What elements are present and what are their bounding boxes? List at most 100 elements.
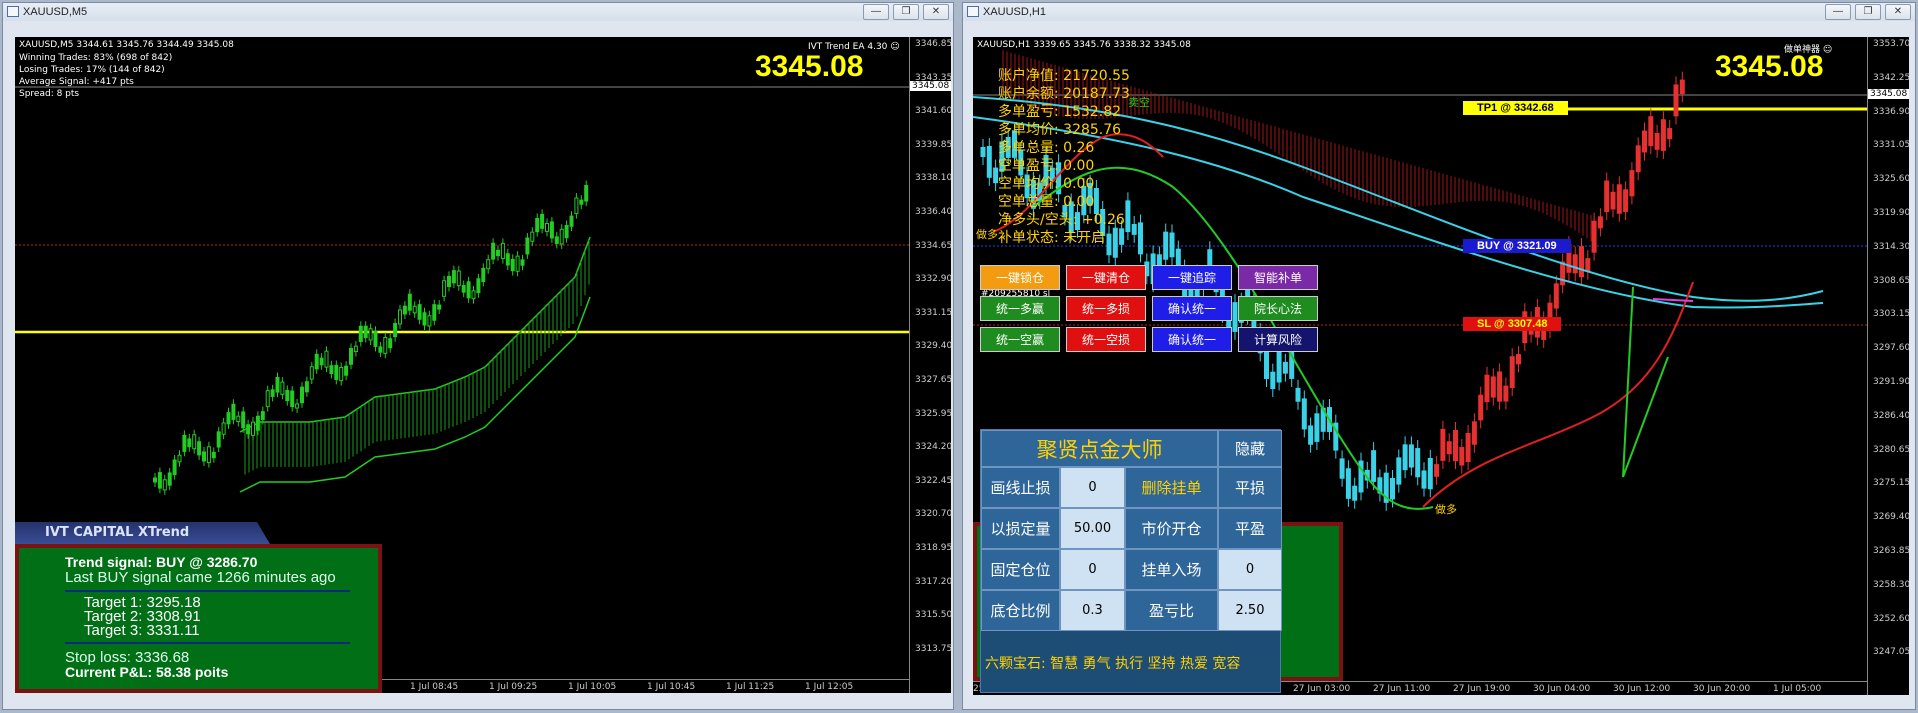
confirm-unify-button-2[interactable]: 确认统一: [1152, 327, 1232, 352]
big-price: 3345.08: [1715, 50, 1824, 83]
price-tick: 3325.60: [1873, 174, 1909, 185]
candle: [447, 271, 451, 292]
price-tick: 3339.85: [915, 139, 951, 150]
price-tick: 3280.65: [1873, 444, 1909, 455]
candle: [1673, 76, 1679, 125]
risk-size-label: 以损定量: [981, 508, 1060, 549]
candle: [491, 238, 496, 265]
buy-tag[interactable]: BUY @ 3321.09: [1463, 239, 1571, 253]
candle: [388, 333, 393, 353]
candle: [1421, 462, 1427, 497]
candle: [1427, 449, 1433, 498]
price-tick: 3297.60: [1873, 343, 1909, 354]
line-sl-input[interactable]: 0: [1060, 467, 1125, 508]
trail-all-button[interactable]: 一键追踪: [1152, 265, 1232, 290]
candle: [980, 139, 986, 165]
confirm-unify-button[interactable]: 确认统一: [1152, 296, 1232, 321]
candle: [1471, 413, 1477, 453]
maximize-button[interactable]: ❐: [893, 4, 919, 20]
line-sl-label: 画线止损: [981, 467, 1060, 508]
maximize-button[interactable]: ❐: [1855, 4, 1881, 20]
calc-risk-button[interactable]: 计算风险: [1238, 327, 1318, 352]
unify-short-tp-button[interactable]: 统一空赢: [980, 327, 1060, 352]
candle: [1333, 414, 1339, 459]
title-bar[interactable]: XAUUSD,H1 — ❐ ✕: [963, 3, 1915, 21]
sl-tag[interactable]: SL @ 3307.48: [1463, 317, 1562, 331]
candle: [211, 447, 216, 463]
candle: [1408, 436, 1414, 476]
price-tick: 3320.70: [915, 509, 951, 520]
candle: [1616, 176, 1622, 222]
candle: [1377, 469, 1383, 502]
minimize-button[interactable]: —: [863, 4, 889, 20]
candle: [393, 318, 398, 342]
price-chart[interactable]: XAUUSD,H1 3339.65 3345.76 3338.32 3345.0…: [973, 37, 1909, 695]
close-loss-button[interactable]: 平损: [1218, 467, 1282, 508]
candle: [1553, 275, 1559, 317]
price-tick: 3317.20: [915, 576, 951, 587]
candle: [520, 254, 525, 271]
market-open-button[interactable]: 市价开仓: [1125, 508, 1218, 549]
candle: [1623, 181, 1629, 220]
price-tick: 3346.85: [915, 39, 951, 49]
price-tick: 3314.30: [1873, 241, 1909, 252]
symbol-ohlc: XAUUSD,M5 3344.61 3345.76 3344.49 3345.0…: [19, 40, 234, 50]
price-tick: 3263.85: [1873, 546, 1909, 556]
risk-size-input[interactable]: 50.00: [1060, 508, 1125, 549]
price-tick: 3331.05: [1873, 140, 1909, 151]
pending-entry-input[interactable]: 0: [1218, 549, 1282, 590]
pending-entry-button[interactable]: 挂单入场: [1125, 549, 1218, 590]
fixed-lot-input[interactable]: 0: [1060, 549, 1125, 590]
hide-button[interactable]: 隐藏: [1218, 430, 1282, 467]
candle: [530, 227, 535, 247]
current-pnl: Current P&L: 58.38 poits: [65, 664, 229, 680]
price-tick: 3319.90: [1873, 208, 1909, 218]
candle: [241, 406, 246, 433]
close-button[interactable]: ✕: [1885, 4, 1911, 20]
base-ratio-input[interactable]: 0.3: [1060, 590, 1125, 631]
candles: [153, 180, 589, 495]
candle: [1497, 363, 1503, 410]
candle: [197, 436, 202, 460]
price-chart[interactable]: XAUUSD,M5 3344.61 3345.76 3344.49 3345.0…: [15, 37, 951, 693]
lock-all-button[interactable]: 一键锁仓: [980, 265, 1060, 290]
ma-line-green-right: [1622, 286, 1669, 478]
delete-pending-button[interactable]: 删除挂单: [1125, 467, 1218, 508]
unify-long-tp-button[interactable]: 统一多赢: [980, 296, 1060, 321]
unify-short-sl-button[interactable]: 统一空损: [1066, 327, 1146, 352]
unify-long-sl-button[interactable]: 统一多损: [1066, 296, 1146, 321]
candle: [1679, 71, 1685, 103]
close-button[interactable]: ✕: [923, 4, 949, 20]
title-bar[interactable]: XAUUSD,M5 — ❐ ✕: [3, 3, 953, 21]
time-tick: 1 Jul 12:05: [805, 682, 854, 692]
symbol-ohlc: XAUUSD,H1 3339.65 3345.76 3338.32 3345.0…: [977, 40, 1191, 50]
candle: [182, 430, 187, 457]
candle: [569, 211, 574, 232]
candle: [309, 361, 314, 385]
time-tick: 1 Jul 09:25: [489, 682, 538, 692]
chart-window-h1[interactable]: XAUUSD,H1 — ❐ ✕ XAUUSD,H1 3339.65 3345.7…: [962, 2, 1916, 710]
price-tick: 3269.40: [1873, 512, 1909, 523]
chart-window-m5[interactable]: XAUUSD,M5 — ❐ ✕ XAUUSD,M5 3344.61 3345.7…: [2, 2, 954, 710]
tp-tag[interactable]: TP1 @ 3342.68: [1463, 101, 1568, 115]
add-order-status: 补单状态: 未开启: [998, 230, 1106, 246]
candle: [1635, 137, 1641, 181]
candle: [251, 417, 255, 441]
close-profit-button[interactable]: 平盈: [1218, 508, 1282, 549]
candle: [172, 455, 177, 480]
price-tick: 3338.10: [915, 173, 951, 184]
rr-ratio-input[interactable]: 2.50: [1218, 590, 1282, 631]
time-tick: 1 Jul 05:00: [1773, 684, 1822, 694]
short-pnl: 空单盈亏: 0.00: [998, 158, 1095, 174]
price-tick: 3275.15: [1873, 478, 1909, 489]
smart-add-button[interactable]: 智能补单: [1238, 265, 1318, 290]
close-all-button[interactable]: 一键清仓: [1066, 265, 1146, 290]
trade-control-panel: 聚贤点金大师 隐藏 画线止损 0 删除挂单 平损 以损定量 50.00 市价开仓…: [980, 429, 1282, 693]
method-button[interactable]: 院长心法: [1238, 296, 1318, 321]
candle: [535, 213, 540, 237]
candle: [1301, 390, 1307, 438]
minimize-button[interactable]: —: [1825, 4, 1851, 20]
candle: [383, 332, 388, 359]
candle: [427, 310, 432, 331]
candle: [177, 450, 182, 467]
